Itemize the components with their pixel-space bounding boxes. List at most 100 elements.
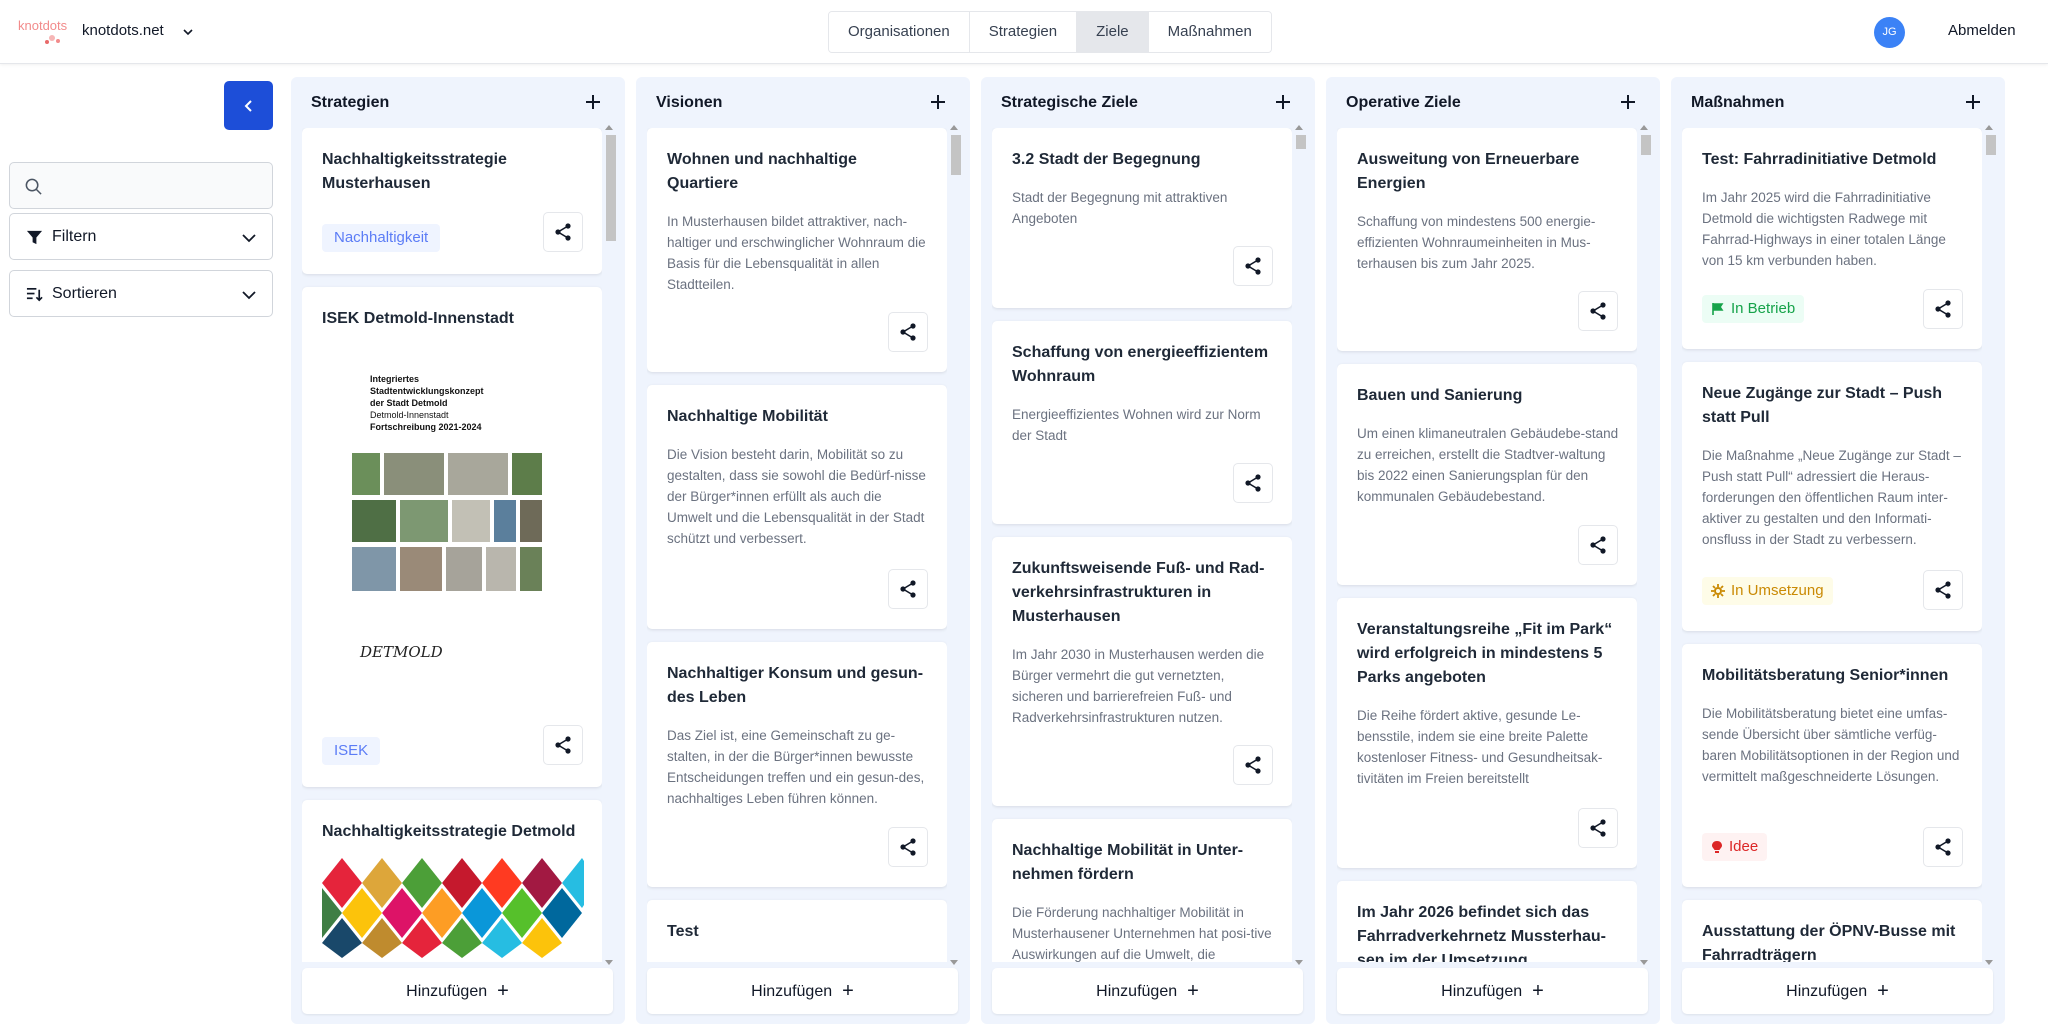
- share-button[interactable]: [888, 569, 928, 609]
- strategy-card[interactable]: ISEK Detmold-Innenstadt Integriertes Sta…: [302, 287, 602, 787]
- knotdots-logo[interactable]: knotdots: [18, 17, 74, 47]
- share-button[interactable]: [888, 827, 928, 867]
- card-title: 3.2 Stadt der Begegnung: [1012, 151, 1201, 168]
- detmold-logo: DETMOLD: [360, 643, 443, 661]
- share-button[interactable]: [1578, 525, 1618, 565]
- operative-goal-card[interactable]: Veranstaltungsreihe „Fit im Park“ wird e…: [1337, 598, 1637, 868]
- vision-card[interactable]: Nachhaltiger Konsum und gesun-des Leben …: [647, 642, 947, 887]
- chevron-down-icon: [242, 291, 256, 300]
- card-description: In Musterhausen bildet attraktiver, nach…: [667, 214, 926, 292]
- add-operative-goal-button[interactable]: Hinzufügen +: [1337, 968, 1648, 1014]
- logout-button[interactable]: Abmelden: [1948, 22, 2016, 39]
- share-button[interactable]: [543, 212, 583, 252]
- category-tag: Nachhaltigkeit: [322, 224, 441, 252]
- share-button[interactable]: [1923, 289, 1963, 329]
- share-button[interactable]: [1923, 570, 1963, 610]
- operative-goal-card[interactable]: Ausweitung von Erneuerbare Energien Scha…: [1337, 128, 1637, 351]
- sdg-graphic: [322, 858, 584, 958]
- chevron-down-icon: [242, 234, 256, 243]
- share-button[interactable]: [1923, 827, 1963, 867]
- share-icon: [1933, 580, 1953, 600]
- column-operative-ziele: Operative Ziele Ausweitung von Erneuerba…: [1326, 77, 1660, 1024]
- search-input[interactable]: [54, 171, 264, 201]
- column-strategien: Strategien Nachhaltigkeitsstrategie Must…: [291, 77, 625, 1024]
- nav-strategien[interactable]: Strategien: [969, 12, 1078, 52]
- strategic-goal-card[interactable]: 3.2 Stadt der Begegnung Stadt der Begegn…: [992, 128, 1292, 308]
- organization-name[interactable]: knotdots.net: [82, 22, 164, 39]
- card-title: Bauen und Sanierung: [1357, 387, 1523, 404]
- user-avatar[interactable]: JG: [1874, 17, 1905, 48]
- vision-card[interactable]: Test: [647, 900, 947, 962]
- column-list: Ausweitung von Erneuerbare Energien Scha…: [1337, 128, 1637, 962]
- share-button[interactable]: [1233, 463, 1273, 503]
- document-cover: Integriertes Stadtentwicklungskonzept de…: [342, 343, 542, 713]
- card-title: Nachhaltige Mobilität: [667, 408, 828, 425]
- share-icon: [898, 322, 918, 342]
- collapse-sidebar-button[interactable]: [224, 81, 273, 130]
- measure-card[interactable]: Neue Zugänge zur Stadt – Push statt Pull…: [1682, 362, 1982, 631]
- card-title: Im Jahr 2026 befindet sich das Fahrradve…: [1357, 904, 1606, 962]
- column-title: Maßnahmen: [1691, 94, 1785, 111]
- operative-goal-card[interactable]: Im Jahr 2026 befindet sich das Fahrradve…: [1337, 881, 1637, 962]
- nav-ziele[interactable]: Ziele: [1077, 12, 1149, 52]
- column-scrollbar[interactable]: [1293, 125, 1306, 965]
- operative-goal-card[interactable]: Bauen und Sanierung Um einen klimaneutra…: [1337, 364, 1637, 585]
- card-title: Wohnen und nachhaltige Quartiere: [667, 151, 857, 192]
- add-measure-button[interactable]: Hinzufügen +: [1682, 968, 1993, 1014]
- share-button[interactable]: [1578, 291, 1618, 331]
- add-icon[interactable]: [928, 92, 948, 112]
- card-title: Nachhaltiger Konsum und gesun-des Leben: [667, 665, 924, 706]
- add-icon[interactable]: [583, 92, 603, 112]
- chevron-down-icon[interactable]: [180, 24, 196, 40]
- share-icon: [1588, 535, 1608, 555]
- add-icon[interactable]: [1618, 92, 1638, 112]
- card-title: Ausweitung von Erneuerbare Energien: [1357, 151, 1580, 192]
- sort-dropdown[interactable]: Sortieren: [9, 270, 273, 317]
- column-scrollbar[interactable]: [948, 125, 961, 965]
- measure-card[interactable]: Ausstattung der ÖPNV-Busse mit Fahrradtr…: [1682, 900, 1982, 962]
- share-icon: [1243, 473, 1263, 493]
- add-vision-button[interactable]: Hinzufügen +: [647, 968, 958, 1014]
- share-icon: [553, 222, 573, 242]
- chevron-left-icon: [244, 99, 252, 112]
- share-button[interactable]: [1233, 745, 1273, 785]
- nav-organisationen[interactable]: Organisationen: [829, 12, 970, 52]
- card-title: Zukunftsweisende Fuß- und Rad-verkehrsin…: [1012, 560, 1265, 625]
- add-strategic-goal-button[interactable]: Hinzufügen +: [992, 968, 1303, 1014]
- category-tag: ISEK: [322, 737, 381, 765]
- filter-dropdown[interactable]: Filtern: [9, 213, 273, 260]
- strategy-card[interactable]: Nachhaltigkeitsstrategie Musterhausen Na…: [302, 128, 602, 274]
- top-header: knotdots knotdots.net Organisationen Str…: [0, 0, 2048, 64]
- card-description: Das Ziel ist, eine Gemeinschaft zu ge-st…: [667, 728, 925, 806]
- measure-card[interactable]: Mobilitätsberatung Senior*innen Die Mobi…: [1682, 644, 1982, 887]
- share-button[interactable]: [888, 312, 928, 352]
- share-icon: [1588, 301, 1608, 321]
- vision-card[interactable]: Wohnen und nachhaltige Quartiere In Must…: [647, 128, 947, 372]
- card-title: Schaffung von energieeffizientem Wohnrau…: [1012, 344, 1269, 385]
- card-description: Im Jahr 2030 in Musterhausen werden die …: [1012, 647, 1265, 725]
- add-icon[interactable]: [1963, 92, 1983, 112]
- share-button[interactable]: [1233, 246, 1273, 286]
- add-strategy-button[interactable]: Hinzufügen +: [302, 968, 613, 1014]
- card-description: Die Maßnahme „Neue Zugänge zur Stadt – P…: [1702, 448, 1961, 547]
- status-badge: In Betrieb: [1702, 295, 1805, 323]
- strategic-goal-card[interactable]: Nachhaltige Mobilität in Unter-nehmen fö…: [992, 819, 1292, 962]
- strategic-goal-card[interactable]: Schaffung von energieeffizientem Wohnrau…: [992, 321, 1292, 524]
- column-title: Visionen: [656, 94, 723, 111]
- card-title: Mobilitätsberatung Senior*innen: [1702, 667, 1949, 684]
- share-button[interactable]: [1578, 808, 1618, 848]
- strategy-card[interactable]: Nachhaltigkeitsstrategie Detmold: [302, 800, 602, 962]
- card-description: Um einen klimaneutralen Gebäudebe-stand …: [1357, 426, 1619, 504]
- column-scrollbar[interactable]: [603, 125, 616, 965]
- share-icon: [898, 579, 918, 599]
- add-icon[interactable]: [1273, 92, 1293, 112]
- nav-massnahmen[interactable]: Maßnahmen: [1148, 12, 1271, 52]
- vision-card[interactable]: Nachhaltige Mobilität Die Vision besteht…: [647, 385, 947, 629]
- share-button[interactable]: [543, 725, 583, 765]
- strategic-goal-card[interactable]: Zukunftsweisende Fuß- und Rad-verkehrsin…: [992, 537, 1292, 806]
- card-description: Stadt der Begegnung mit attraktiven Ange…: [1012, 190, 1228, 226]
- column-scrollbar[interactable]: [1638, 125, 1651, 965]
- measure-card[interactable]: Test: Fahrradinitiative Detmold Im Jahr …: [1682, 128, 1982, 349]
- column-scrollbar[interactable]: [1983, 125, 1996, 965]
- flag-icon: [1712, 303, 1724, 315]
